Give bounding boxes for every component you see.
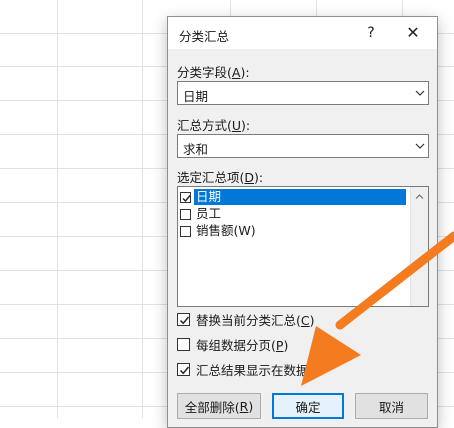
close-button[interactable]: ✕ (400, 23, 426, 43)
subtotal-dialog: 分类汇总 ? ✕ 分类字段(A): 日期 汇总方式(U): 求和 选定汇总项(D… (167, 16, 438, 428)
group-by-label: 分类字段(A): (177, 65, 250, 80)
dialog-title: 分类汇总 (179, 29, 230, 44)
chevron-down-icon[interactable] (411, 82, 428, 104)
group-by-select[interactable]: 日期 (177, 81, 429, 105)
list-item-label: 销售额(W) (196, 223, 256, 238)
remove-all-button[interactable]: 全部删除(R) (177, 393, 261, 419)
option-label: 每组数据分页(P) (196, 338, 289, 353)
function-select[interactable]: 求和 (177, 134, 429, 158)
list-scrollbar[interactable] (410, 187, 428, 306)
list-item-label: 员工 (196, 206, 222, 221)
function-label: 汇总方式(U): (177, 118, 251, 133)
checkbox-summary-below[interactable] (177, 363, 190, 376)
checkbox-employee[interactable] (180, 208, 191, 220)
list-item-date[interactable]: 日期 (180, 189, 406, 205)
dialog-titlebar: 分类汇总 ? ✕ (168, 17, 437, 49)
chevron-up-icon[interactable] (411, 189, 428, 203)
option-label: 替换当前分类汇总(C) (196, 313, 315, 328)
checkbox-sales[interactable] (180, 225, 191, 237)
subtotal-items-list[interactable]: 日期 员工 销售额(W) (177, 186, 429, 307)
checkbox-date[interactable] (180, 191, 191, 203)
option-label: 汇总结果显示在数据下 (196, 363, 322, 378)
help-button[interactable]: ? (358, 23, 384, 43)
option-replace-current[interactable]: 替换当前分类汇总(C) (177, 310, 315, 329)
list-item-sales[interactable]: 销售额(W) (180, 223, 258, 239)
list-item-label: 日期 (194, 189, 406, 205)
ok-button[interactable]: 确定 (272, 393, 344, 419)
cancel-button[interactable]: 取消 (355, 393, 428, 419)
list-item-employee[interactable]: 员工 (180, 206, 223, 222)
function-value: 求和 (183, 142, 209, 157)
subtotal-items-label: 选定汇总项(D): (177, 170, 264, 185)
checkbox-replace-current[interactable] (177, 313, 190, 326)
chevron-down-icon[interactable] (411, 135, 428, 157)
option-page-break[interactable]: 每组数据分页(P) (177, 335, 288, 354)
option-summary-below[interactable]: 汇总结果显示在数据下 (177, 360, 321, 379)
group-by-value: 日期 (183, 89, 209, 104)
checkbox-page-break[interactable] (177, 338, 190, 351)
